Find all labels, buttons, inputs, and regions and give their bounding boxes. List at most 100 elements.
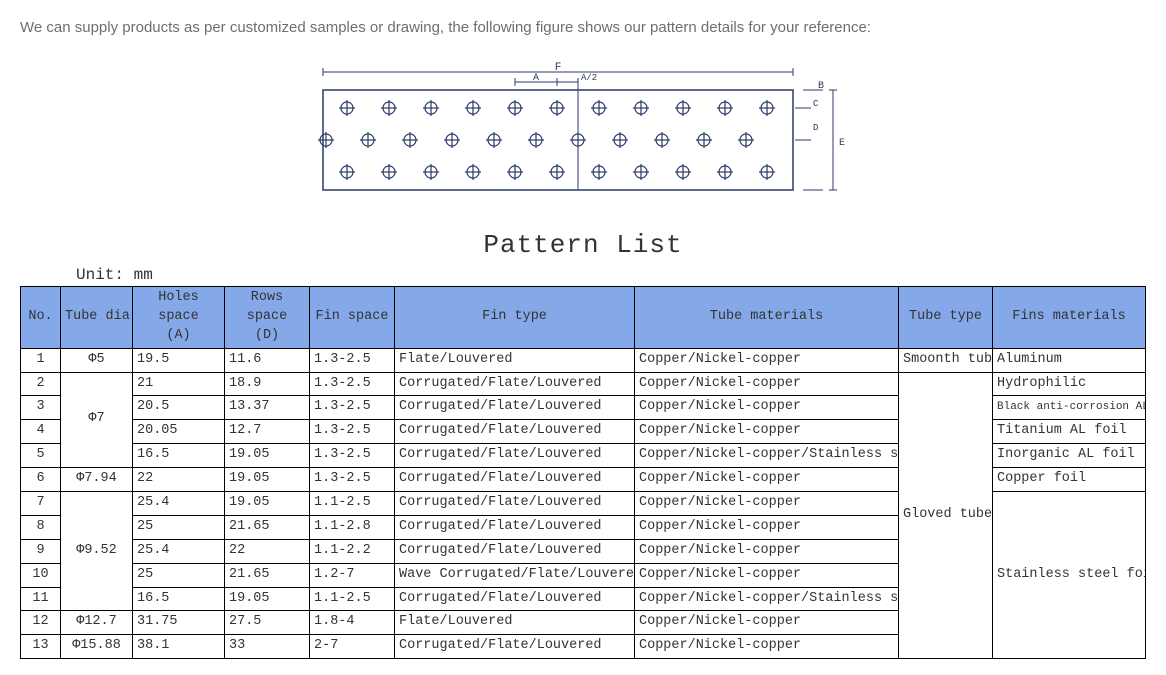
cell-rows-space: 19.05: [225, 587, 310, 611]
dim-E: E: [839, 138, 845, 149]
cell-tube-materials: Copper/Nickel-copper: [635, 396, 899, 420]
cell-fin-space: 1.3-2.5: [310, 444, 395, 468]
cell-rows-space: 27.5: [225, 611, 310, 635]
cell-tube-dia: Φ7: [61, 372, 133, 468]
cell-rows-space: 18.9: [225, 372, 310, 396]
cell-holes-space: 16.5: [133, 444, 225, 468]
cell-rows-space: 13.37: [225, 396, 310, 420]
cell-rows-space: 12.7: [225, 420, 310, 444]
cell-rows-space: 19.05: [225, 492, 310, 516]
cell-tube-materials: Copper/Nickel-copper: [635, 563, 899, 587]
cell-rows-space: 21.65: [225, 563, 310, 587]
cell-fins-materials: Copper foil: [993, 468, 1146, 492]
dim-A: A: [533, 73, 539, 84]
cell-holes-space: 16.5: [133, 587, 225, 611]
cell-holes-space: 31.75: [133, 611, 225, 635]
cell-no: 2: [21, 372, 61, 396]
cell-no: 12: [21, 611, 61, 635]
cell-tube-type: Gloved tube: [899, 372, 993, 659]
th-fs: Fin space: [310, 287, 395, 349]
cell-tube-dia: Φ15.88: [61, 635, 133, 659]
unit-label: Unit: mm: [76, 266, 1146, 284]
cell-tube-dia: Φ12.7: [61, 611, 133, 635]
cell-fin-type: Corrugated/Flate/Louvered: [395, 587, 635, 611]
cell-fin-space: 1.1-2.8: [310, 515, 395, 539]
cell-rows-space: 21.65: [225, 515, 310, 539]
intro-text: We can supply products as per customized…: [20, 16, 1146, 40]
th-a: Holes space (A): [133, 287, 225, 349]
cell-tube-materials: Copper/Nickel-copper: [635, 539, 899, 563]
page-title: Pattern List: [20, 230, 1146, 260]
cell-holes-space: 25.4: [133, 492, 225, 516]
cell-fins-materials: Hydrophilic: [993, 372, 1146, 396]
cell-fin-type: Corrugated/Flate/Louvered: [395, 515, 635, 539]
cell-no: 8: [21, 515, 61, 539]
cell-fin-type: Flate/Louvered: [395, 611, 635, 635]
cell-fin-type: Corrugated/Flate/Louvered: [395, 492, 635, 516]
pattern-table: No. Tube dia. Holes space (A) Rows space…: [20, 286, 1146, 659]
cell-tube-materials: Copper/Nickel-copper: [635, 420, 899, 444]
cell-rows-space: 33: [225, 635, 310, 659]
cell-no: 10: [21, 563, 61, 587]
cell-rows-space: 19.05: [225, 468, 310, 492]
dim-A2: A/2: [581, 73, 597, 83]
cell-holes-space: 19.5: [133, 348, 225, 372]
cell-no: 11: [21, 587, 61, 611]
cell-tube-type: Smoonth tube: [899, 348, 993, 372]
cell-holes-space: 25: [133, 515, 225, 539]
cell-no: 7: [21, 492, 61, 516]
cell-fin-space: 1.1-2.5: [310, 492, 395, 516]
cell-fin-type: Corrugated/Flate/Louvered: [395, 539, 635, 563]
cell-fin-type: Corrugated/Flate/Louvered: [395, 444, 635, 468]
cell-no: 6: [21, 468, 61, 492]
cell-fins-materials: Inorganic AL foil: [993, 444, 1146, 468]
cell-tube-materials: Copper/Nickel-copper: [635, 492, 899, 516]
cell-no: 5: [21, 444, 61, 468]
cell-fin-type: Flate/Louvered: [395, 348, 635, 372]
cell-tube-dia: Φ7.94: [61, 468, 133, 492]
table-row: 1Φ519.511.61.3-2.5Flate/LouveredCopper/N…: [21, 348, 1146, 372]
cell-fins-materials: Stainless steel foil: [993, 492, 1146, 659]
th-d: Rows space (D): [225, 287, 310, 349]
cell-rows-space: 19.05: [225, 444, 310, 468]
cell-fin-space: 1.3-2.5: [310, 396, 395, 420]
cell-fin-space: 1.3-2.5: [310, 420, 395, 444]
cell-holes-space: 22: [133, 468, 225, 492]
cell-tube-materials: Copper/Nickel-copper: [635, 348, 899, 372]
dim-C: C: [813, 99, 819, 109]
cell-tube-materials: Copper/Nickel-copper: [635, 635, 899, 659]
dim-F: F: [555, 62, 562, 74]
cell-holes-space: 38.1: [133, 635, 225, 659]
cell-fin-type: Corrugated/Flate/Louvered: [395, 468, 635, 492]
th-ft: Fin type: [395, 287, 635, 349]
cell-no: 9: [21, 539, 61, 563]
cell-tube-dia: Φ5: [61, 348, 133, 372]
table-header-row: No. Tube dia. Holes space (A) Rows space…: [21, 287, 1146, 349]
cell-fins-materials: Titanium AL foil: [993, 420, 1146, 444]
th-tt: Tube type: [899, 287, 993, 349]
cell-holes-space: 20.05: [133, 420, 225, 444]
th-dia: Tube dia.: [61, 287, 133, 349]
cell-tube-materials: Copper/Nickel-copper/Stainless steel: [635, 587, 899, 611]
dim-B: B: [818, 81, 824, 92]
cell-tube-materials: Copper/Nickel-copper: [635, 611, 899, 635]
cell-fin-space: 1.1-2.5: [310, 587, 395, 611]
th-tm: Tube materials: [635, 287, 899, 349]
cell-fin-space: 2-7: [310, 635, 395, 659]
cell-tube-materials: Copper/Nickel-copper/Stainless steel: [635, 444, 899, 468]
cell-no: 1: [21, 348, 61, 372]
cell-no: 13: [21, 635, 61, 659]
cell-fin-space: 1.3-2.5: [310, 468, 395, 492]
cell-tube-materials: Copper/Nickel-copper: [635, 372, 899, 396]
th-fm: Fins materials: [993, 287, 1146, 349]
cell-tube-materials: Copper/Nickel-copper: [635, 515, 899, 539]
pattern-diagram: F A A/2 B E C D: [20, 60, 1146, 200]
cell-rows-space: 22: [225, 539, 310, 563]
th-no: No.: [21, 287, 61, 349]
cell-holes-space: 25.4: [133, 539, 225, 563]
cell-fin-space: 1.1-2.2: [310, 539, 395, 563]
cell-rows-space: 11.6: [225, 348, 310, 372]
cell-holes-space: 21: [133, 372, 225, 396]
cell-fins-materials: Aluminum: [993, 348, 1146, 372]
cell-fin-space: 1.3-2.5: [310, 372, 395, 396]
